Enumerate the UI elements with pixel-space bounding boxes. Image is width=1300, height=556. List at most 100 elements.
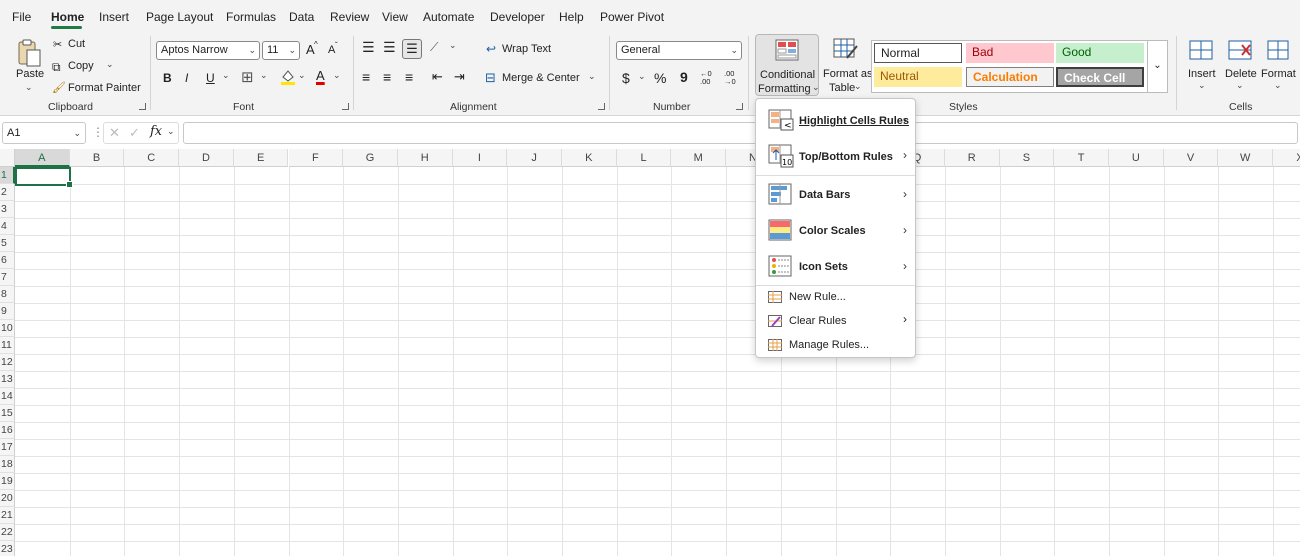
tab-power-pivot[interactable]: Power Pivot (600, 10, 664, 24)
insert-cells-icon[interactable] (1188, 39, 1214, 61)
increase-decimal-button[interactable]: ←0 .00 (700, 70, 712, 86)
column-header[interactable]: C (124, 149, 180, 167)
row-header[interactable]: 6 (0, 252, 15, 269)
cancel-icon[interactable]: ✕ (109, 125, 120, 141)
menu-item-highlight-cells-rules[interactable]: < Highlight Cells Rules › (756, 103, 915, 137)
tab-home[interactable]: Home (51, 10, 84, 24)
delete-cells-icon[interactable] (1227, 39, 1253, 61)
column-header[interactable]: M (671, 149, 727, 167)
column-header[interactable]: U (1109, 149, 1164, 167)
row-header[interactable]: 5 (0, 235, 15, 252)
column-header[interactable]: B (69, 149, 125, 167)
column-header[interactable]: T (1054, 149, 1109, 167)
tab-help[interactable]: Help (559, 10, 584, 24)
tab-file[interactable]: File (12, 10, 31, 24)
orientation-icon[interactable]: ⟋ (430, 40, 438, 55)
menu-item-data-bars[interactable]: Data Bars › (756, 178, 915, 212)
currency-button[interactable]: $ (622, 70, 630, 86)
align-right-icon[interactable]: ≡ (405, 69, 413, 85)
menu-item-manage-rules[interactable]: Manage Rules... (756, 334, 915, 358)
font-launcher-icon[interactable] (342, 103, 349, 110)
column-header[interactable]: K (562, 149, 617, 167)
styles-more-icon[interactable]: ⌄ (1147, 40, 1168, 93)
fill-chevron-icon[interactable]: ⌄ (298, 70, 306, 81)
currency-chevron-icon[interactable]: ⌄ (638, 71, 646, 82)
align-center-icon[interactable]: ≡ (383, 69, 391, 85)
paste-chevron-icon[interactable]: ⌄ (25, 82, 33, 93)
decrease-indent-icon[interactable]: ⇤ (432, 69, 443, 85)
tab-view[interactable]: View (382, 10, 408, 24)
column-header[interactable]: F (288, 149, 344, 167)
formula-input[interactable] (183, 122, 1298, 144)
align-middle-icon[interactable]: ☰ (383, 39, 396, 56)
delete-cells-button[interactable]: Delete (1225, 68, 1257, 80)
row-header[interactable]: 1 (0, 167, 15, 184)
row-header[interactable]: 7 (0, 269, 15, 286)
format-as-table-chevron-icon[interactable]: ⌄ (854, 81, 862, 92)
underline-chevron-icon[interactable]: ⌄ (222, 70, 230, 81)
paste-icon[interactable] (16, 38, 42, 68)
underline-button[interactable]: U (206, 71, 215, 85)
copy-chevron-icon[interactable]: ⌄ (106, 59, 114, 70)
row-header[interactable]: 16 (0, 422, 15, 439)
percent-button[interactable]: % (654, 70, 666, 86)
format-cells-icon[interactable] (1266, 37, 1290, 61)
row-header[interactable]: 20 (0, 490, 15, 507)
row-header[interactable]: 10 (0, 320, 15, 337)
alignment-launcher-icon[interactable] (598, 103, 605, 110)
tab-review[interactable]: Review (330, 10, 369, 24)
menu-item-new-rule[interactable]: New Rule... (756, 286, 915, 310)
format-chevron-icon[interactable]: ⌄ (1274, 80, 1282, 91)
number-launcher-icon[interactable] (736, 103, 743, 110)
font-name-select[interactable]: Aptos Narrow ⌄ (156, 41, 260, 60)
delete-chevron-icon[interactable]: ⌄ (1236, 80, 1244, 91)
column-header[interactable]: W (1218, 149, 1274, 167)
select-all-corner[interactable] (0, 149, 15, 167)
cut-button[interactable]: Cut (68, 38, 85, 50)
menu-item-color-scales[interactable]: Color Scales › (756, 214, 915, 248)
row-header[interactable]: 9 (0, 303, 15, 320)
active-cell[interactable] (15, 167, 73, 188)
column-header[interactable]: X (1273, 149, 1300, 167)
menu-item-top-bottom-rules[interactable]: 10 Top/Bottom Rules › (756, 139, 915, 173)
fill-color-icon[interactable] (280, 68, 296, 86)
name-box[interactable]: A1 ⌄ (2, 122, 86, 144)
tab-page-layout[interactable]: Page Layout (146, 10, 213, 24)
column-header[interactable]: L (616, 149, 672, 167)
column-header[interactable]: A (15, 149, 70, 167)
row-header[interactable]: 21 (0, 507, 15, 524)
align-bottom-icon[interactable]: ☰ (402, 39, 422, 59)
style-normal[interactable]: Normal (874, 43, 962, 63)
style-bad[interactable]: Bad (966, 43, 1054, 63)
tab-developer[interactable]: Developer (490, 10, 545, 24)
row-header[interactable]: 3 (0, 201, 15, 218)
row-header[interactable]: 13 (0, 371, 15, 388)
italic-button[interactable]: I (185, 71, 188, 85)
row-header[interactable]: 22 (0, 524, 15, 541)
row-header[interactable]: 18 (0, 456, 15, 473)
menu-item-clear-rules[interactable]: Clear Rules › (756, 310, 915, 334)
orientation-chevron-icon[interactable]: ⌄ (449, 40, 457, 51)
insert-function-icon[interactable]: fx (150, 124, 162, 139)
merge-center-button[interactable]: Merge & Center (502, 72, 580, 84)
tab-automate[interactable]: Automate (423, 10, 474, 24)
paste-button[interactable]: Paste (16, 68, 44, 80)
number-format-select[interactable]: General ⌄ (616, 41, 742, 60)
tab-data[interactable]: Data (289, 10, 314, 24)
comma-button[interactable]: 9 (680, 69, 688, 85)
tab-formulas[interactable]: Formulas (226, 10, 276, 24)
bold-button[interactable]: B (163, 71, 172, 85)
insert-cells-button[interactable]: Insert (1188, 68, 1216, 80)
row-header[interactable]: 2 (0, 184, 15, 201)
formula-chevron-icon[interactable]: ⌄ (167, 126, 175, 137)
column-header[interactable]: H (397, 149, 453, 167)
format-painter-button[interactable]: Format Painter (68, 82, 141, 94)
borders-chevron-icon[interactable]: ⌄ (260, 70, 268, 81)
merge-chevron-icon[interactable]: ⌄ (588, 71, 596, 82)
row-header[interactable]: 15 (0, 405, 15, 422)
font-size-select[interactable]: 11 ⌄ (262, 41, 300, 60)
style-neutral[interactable]: Neutral (874, 67, 962, 87)
row-header[interactable]: 4 (0, 218, 15, 235)
align-top-icon[interactable]: ☰ (362, 39, 375, 56)
column-header[interactable]: J (507, 149, 562, 167)
